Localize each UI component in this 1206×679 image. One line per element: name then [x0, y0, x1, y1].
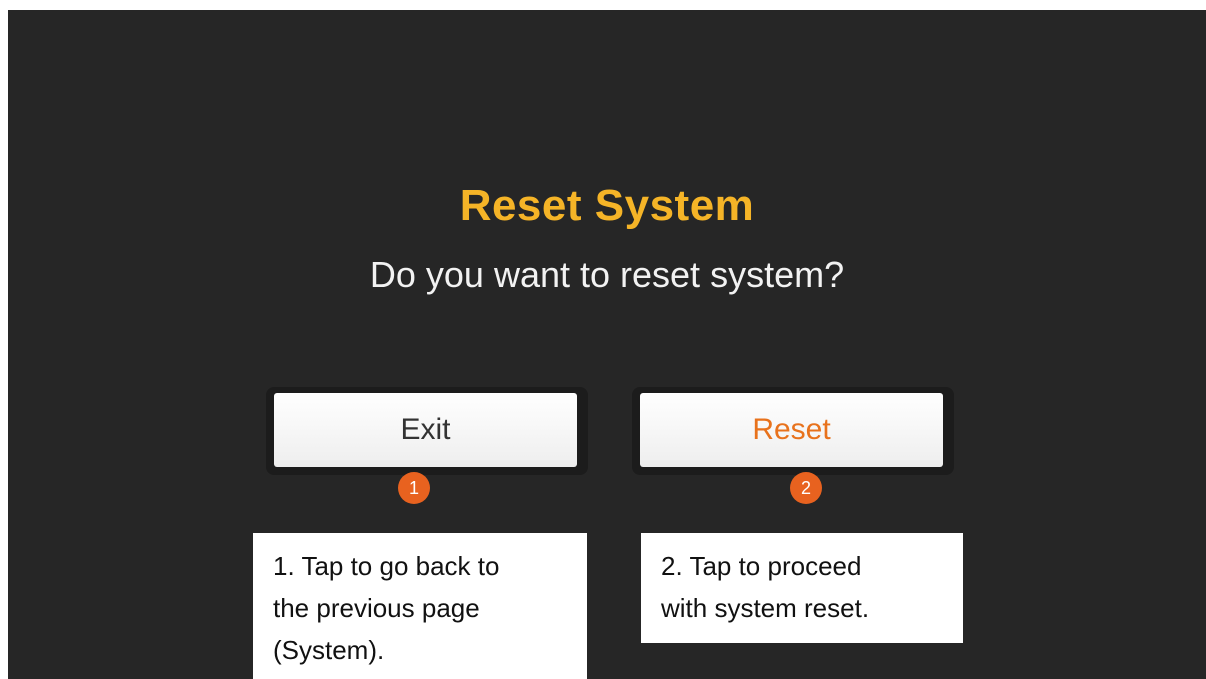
dialog-message: Do you want to reset system?: [369, 254, 845, 295]
exit-callout-line: the previous page: [273, 593, 480, 623]
dialog-title: Reset System: [459, 181, 755, 230]
exit-button[interactable]: Exit: [274, 393, 577, 467]
reset-button[interactable]: Reset: [640, 393, 943, 467]
exit-callout-line: 1. Tap to go back to: [273, 551, 500, 581]
callout-marker-1: 1: [398, 472, 430, 504]
reset-system-screen: Reset System Do you want to reset system…: [8, 10, 1206, 679]
callout-marker-2: 2: [790, 472, 822, 504]
exit-callout-line: (System).: [273, 635, 385, 665]
reset-callout: 2. Tap to proceed with system reset.: [641, 533, 963, 643]
exit-button-frame: Exit: [266, 387, 588, 475]
reset-callout-line: 2. Tap to proceed: [661, 551, 862, 581]
reset-button-frame: Reset: [632, 387, 954, 475]
exit-callout: 1. Tap to go back to the previous page (…: [253, 533, 587, 679]
reset-callout-line: with system reset.: [661, 593, 870, 623]
